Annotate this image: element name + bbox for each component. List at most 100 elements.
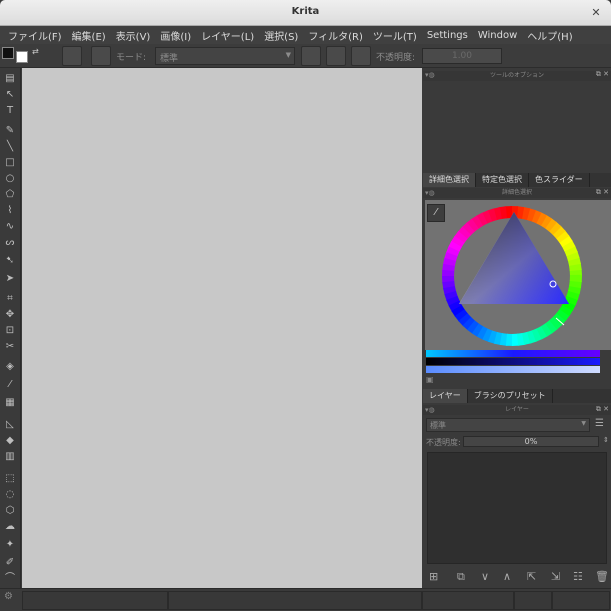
brush-preset-button[interactable]	[62, 46, 82, 66]
similar-selection-icon[interactable]: ✐	[3, 556, 17, 570]
menu-image[interactable]: 画像(I)	[160, 28, 191, 43]
ellipse-tool-icon[interactable]: ○	[3, 172, 17, 186]
lock-icon[interactable]: ▾◍	[425, 406, 435, 414]
merge-layer-icon[interactable]: ⇲	[551, 570, 560, 583]
tool-options-panel	[423, 82, 611, 172]
ruler-tool-icon[interactable]: ◺	[3, 418, 17, 432]
grid-tool-icon[interactable]: ▥	[3, 450, 17, 464]
layer-menu-icon[interactable]: ☰	[595, 418, 604, 429]
color-swatches[interactable]: ⇄	[2, 47, 39, 65]
color-wheel[interactable]	[437, 202, 587, 350]
color-tabs: 詳細色選択 特定色選択 色スライダー	[423, 173, 611, 187]
freehand-selection-icon[interactable]: ☁	[3, 520, 17, 534]
layer-list[interactable]	[427, 452, 607, 564]
bezier-selection-icon[interactable]: ⌒	[3, 572, 17, 586]
lock-icon[interactable]: ▾◍	[425, 71, 435, 79]
perspective-grid-icon[interactable]: ◆	[3, 434, 17, 448]
stepper-icon[interactable]: ⇕	[603, 436, 609, 444]
freehand-brush-icon[interactable]: ✎	[3, 124, 17, 138]
crop-tool-icon[interactable]: ⌗	[3, 292, 17, 306]
status-field	[22, 591, 168, 610]
lock-icon[interactable]: ▾◍	[425, 189, 435, 197]
layers-header: レイヤー	[423, 405, 611, 415]
tab-brush-presets[interactable]: ブラシのプリセット	[468, 389, 553, 403]
window-title: Krita	[291, 6, 320, 17]
select-shapes-icon[interactable]: ↖	[3, 88, 17, 102]
rectangle-tool-icon[interactable]: □	[3, 156, 17, 170]
opacity-slider[interactable]: 1.00	[422, 48, 502, 64]
duplicate-layer-icon[interactable]: ⧉	[457, 570, 465, 584]
delete-layer-icon[interactable]: 🗑	[595, 570, 609, 583]
menu-file[interactable]: ファイル(F)	[8, 28, 62, 43]
rect-selection-icon[interactable]: ⬚	[3, 472, 17, 486]
tool-options-bar: ⇄ モード: 標準 ▼ 不透明度: 1.00	[0, 44, 611, 68]
status-icon: ⚙	[4, 591, 13, 602]
history-colors-icon[interactable]: ▣	[426, 375, 434, 384]
canvas[interactable]	[22, 68, 422, 588]
add-layer-icon[interactable]: ⊞	[429, 570, 438, 583]
color-selector-panel: ⁄	[425, 200, 611, 350]
tab-specific-color[interactable]: 特定色選択	[476, 173, 529, 187]
float-close-icon[interactable]: ⧉ ✕	[596, 405, 609, 414]
tab-advanced-color[interactable]: 詳細色選択	[423, 173, 476, 187]
alpha-lock-button[interactable]	[301, 46, 321, 66]
foreground-color-icon[interactable]	[2, 47, 14, 59]
background-color-icon[interactable]	[16, 51, 28, 63]
layer-opacity-slider[interactable]: 0%	[463, 436, 599, 447]
status-bar: ⚙	[0, 588, 611, 611]
menu-settings[interactable]: Settings	[427, 30, 468, 41]
menu-select[interactable]: 選択(S)	[264, 28, 298, 43]
menu-window[interactable]: Window	[478, 30, 517, 41]
menu-filter[interactable]: フィルタ(R)	[308, 28, 363, 43]
float-close-icon[interactable]: ⧉ ✕	[596, 70, 609, 79]
layer-blend-select[interactable]: 標準 ▼	[426, 418, 590, 432]
value-slider[interactable]	[426, 358, 600, 365]
polyline-tool-icon[interactable]: ⌇	[3, 204, 17, 218]
move-tool-icon[interactable]: ✥	[3, 308, 17, 322]
layer-properties-icon[interactable]: ☷	[573, 570, 583, 583]
menu-layer[interactable]: レイヤー(L)	[201, 28, 254, 43]
bezier-tool-icon[interactable]: ∿	[3, 220, 17, 234]
menu-tools[interactable]: ツール(T)	[373, 28, 417, 43]
fill-tool-icon[interactable]: ◈	[3, 360, 17, 374]
mode-label: モード:	[116, 53, 147, 63]
close-icon[interactable]: ✕	[589, 6, 603, 20]
layer-opacity-label: 不透明度:	[426, 438, 461, 447]
menu-view[interactable]: 表示(V)	[116, 28, 151, 43]
move-up-icon[interactable]: ∧	[503, 570, 511, 583]
menu-help[interactable]: ヘルプ(H)	[527, 28, 572, 43]
toolbox-float-icon[interactable]: ▤	[3, 72, 17, 86]
polygon-tool-icon[interactable]: ⬠	[3, 188, 17, 202]
tab-layers[interactable]: レイヤー	[423, 389, 468, 403]
measure-tool-icon[interactable]: ✂	[3, 340, 17, 354]
text-tool-icon[interactable]: T	[3, 104, 17, 118]
move-down-icon[interactable]: ∨	[481, 570, 489, 583]
float-close-icon[interactable]: ⧉ ✕	[596, 188, 609, 197]
tool-options-title: ツールのオプション	[489, 72, 544, 79]
group-layer-icon[interactable]: ⇱	[527, 570, 536, 583]
erase-mode-button[interactable]	[326, 46, 346, 66]
tab-color-sliders[interactable]: 色スライダー	[529, 173, 590, 187]
menu-edit[interactable]: 編集(E)	[72, 28, 106, 43]
swap-colors-icon[interactable]: ⇄	[32, 47, 39, 56]
color-selector-title: 詳細色選択	[501, 189, 532, 196]
dynamic-brush-icon[interactable]: ➷	[3, 254, 17, 268]
menu-bar: ファイル(F) 編集(E) 表示(V) 画像(I) レイヤー(L) 選択(S) …	[0, 26, 611, 44]
blend-mode-select[interactable]: 標準 ▼	[155, 47, 295, 65]
polygon-selection-icon[interactable]: ⬡	[3, 504, 17, 518]
gradient-tool-icon[interactable]: ▦	[3, 396, 17, 410]
color-picker-icon[interactable]: ⁄	[3, 378, 17, 392]
reset-icon[interactable]	[351, 46, 371, 66]
status-field	[552, 591, 610, 610]
freehand-path-icon[interactable]: ᔕ	[3, 236, 17, 250]
assistant-tool-icon[interactable]: ➤	[3, 272, 17, 286]
brush-settings-button[interactable]	[91, 46, 111, 66]
status-field	[168, 591, 422, 610]
ellipse-selection-icon[interactable]: ◌	[3, 488, 17, 502]
transform-tool-icon[interactable]: ⊡	[3, 324, 17, 338]
line-tool-icon[interactable]: ╲	[3, 140, 17, 154]
hue-slider[interactable]	[426, 350, 600, 357]
saturation-slider[interactable]	[426, 366, 600, 373]
magic-wand-icon[interactable]: ✦	[3, 538, 17, 552]
status-field	[422, 591, 514, 610]
